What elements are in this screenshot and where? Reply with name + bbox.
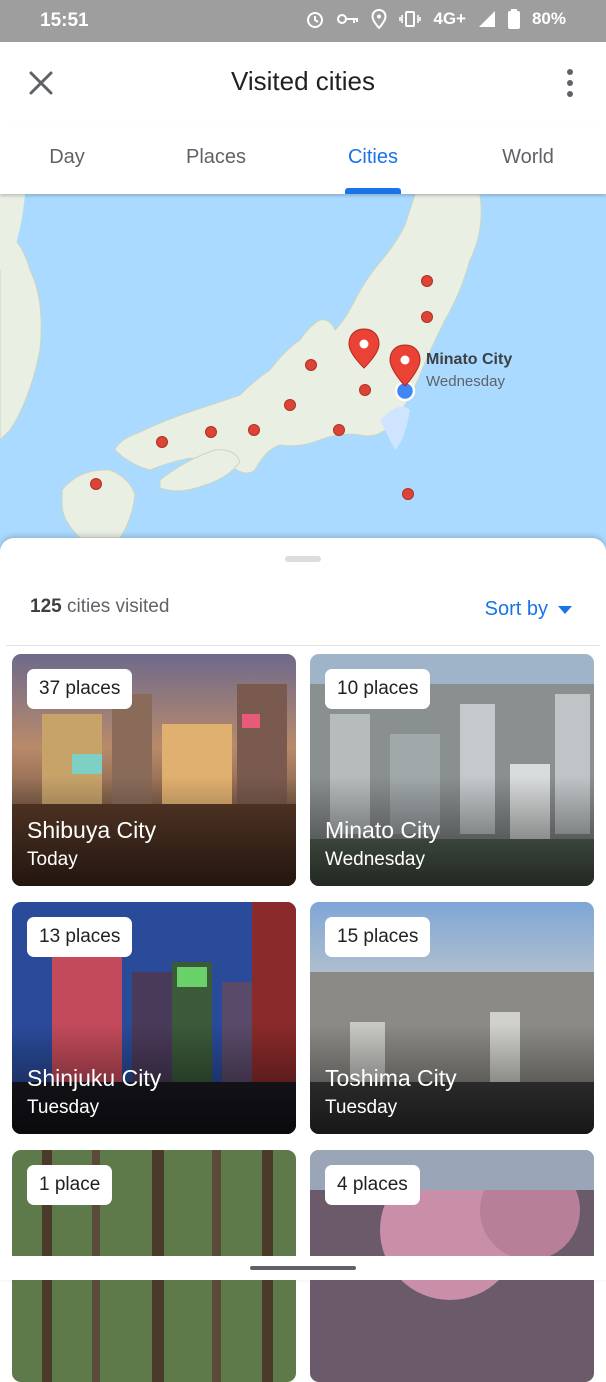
gesture-nav-bar: [0, 1256, 606, 1280]
home-gesture-pill[interactable]: [250, 1266, 356, 1270]
cities-count-number: 125: [30, 596, 62, 617]
map-view[interactable]: Minato City Wednesday: [0, 194, 606, 554]
city-name: Shibuya City: [27, 817, 157, 843]
map-canvas: Minato City Wednesday: [0, 194, 606, 554]
city-card[interactable]: 13 places Shinjuku City Tuesday: [12, 902, 296, 1134]
drag-handle[interactable]: [285, 556, 321, 562]
battery-icon: [507, 9, 520, 29]
city-name: Minato City: [325, 817, 441, 843]
sort-by-label: Sort by: [484, 598, 548, 620]
city-name: Toshima City: [325, 1065, 457, 1091]
city-card[interactable]: 10 places Minato City Wednesday: [310, 654, 594, 886]
city-name: Shinjuku City: [27, 1065, 162, 1091]
tab-places[interactable]: Places: [186, 146, 246, 169]
places-badge: 10 places: [325, 669, 431, 709]
battery-percent: 80%: [531, 9, 566, 28]
places-badge: 1 place: [27, 1165, 113, 1205]
city-visit-time: Tuesday: [27, 1097, 100, 1118]
bottom-sheet[interactable]: 125 cities visited Sort by 37 places Shi…: [0, 538, 606, 1382]
places-badge: 4 places: [325, 1165, 420, 1205]
city-visit-time: Wednesday: [325, 849, 425, 870]
page-title: Visited cities: [230, 66, 376, 96]
signal-icon: [478, 11, 495, 27]
city-visit-time: Today: [27, 849, 78, 870]
places-badge: 13 places: [27, 917, 133, 957]
city-visit-time: Tuesday: [325, 1097, 398, 1118]
cities-count: 125 cities visited: [30, 596, 169, 618]
network-type: 4G+: [433, 9, 466, 28]
vibrate-icon: [399, 11, 422, 27]
status-bar: 15:51 4G+ 80%: [0, 0, 606, 42]
map-city-label: Minato City: [426, 351, 512, 368]
dropdown-arrow-icon: [558, 605, 572, 614]
city-card[interactable]: 15 places Toshima City Tuesday: [310, 902, 594, 1134]
tab-bar: Day Places Cities World: [0, 124, 606, 194]
tab-world[interactable]: World: [502, 146, 554, 169]
alarm-icon: [307, 12, 324, 28]
tab-cities[interactable]: Cities: [348, 146, 398, 169]
city-card[interactable]: 37 places Shibuya City Today: [12, 654, 296, 886]
places-badge: 15 places: [325, 917, 431, 957]
divider: [6, 645, 600, 646]
tab-day[interactable]: Day: [49, 146, 85, 169]
places-badge: 37 places: [27, 669, 133, 709]
sort-by-button[interactable]: Sort by: [485, 598, 572, 621]
cities-count-label: cities visited: [66, 596, 170, 617]
more-vert-icon[interactable]: [564, 68, 576, 98]
app-bar: Visited cities: [0, 42, 606, 124]
key-icon: [337, 14, 359, 24]
location-icon: [371, 9, 387, 29]
map-city-when: Wednesday: [426, 373, 505, 390]
status-time: 15:51: [40, 10, 89, 31]
tab-indicator: [345, 188, 401, 194]
